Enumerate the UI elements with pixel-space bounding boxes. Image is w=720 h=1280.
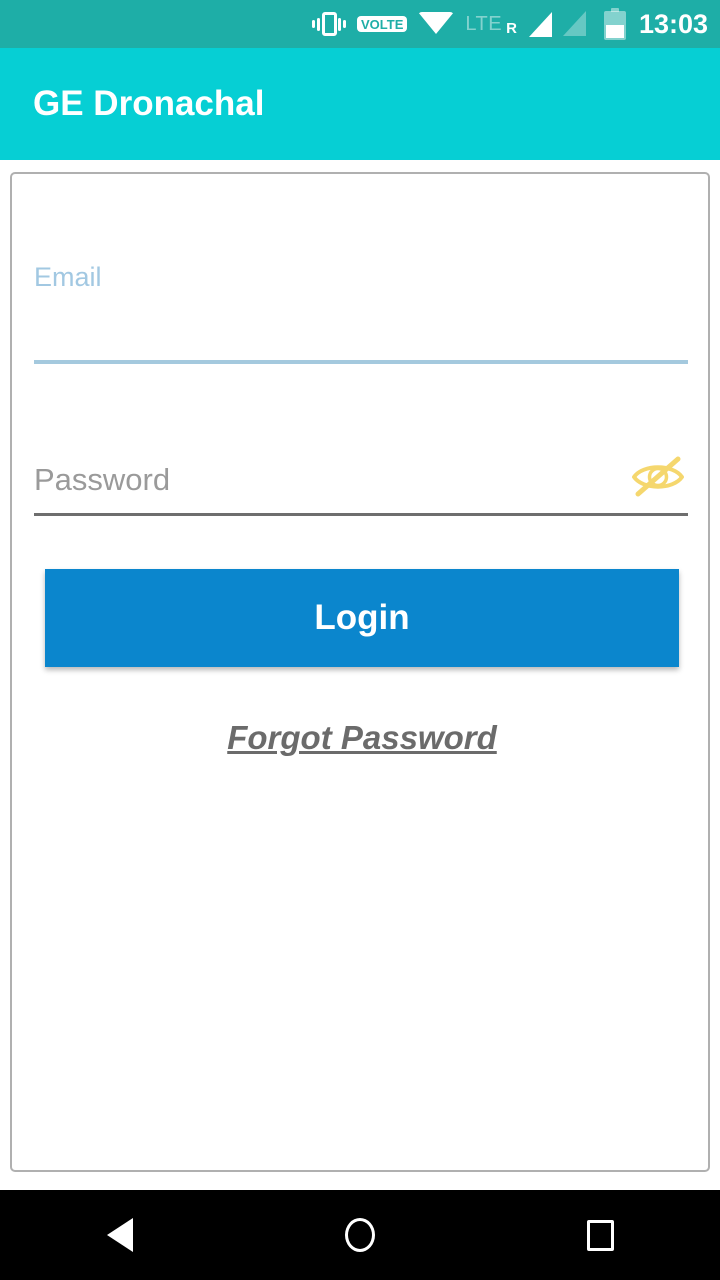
volte-badge: VOLTE — [357, 16, 408, 32]
app-title: GE Dronachal — [33, 84, 265, 123]
signal-sim1-icon — [528, 11, 552, 37]
password-field — [34, 452, 688, 516]
volte-label: VOLTE — [357, 16, 408, 32]
phone-screen: VOLTE LTE R 13:03 GE Dronachal Email Pas… — [0, 0, 720, 1280]
recents-button[interactable] — [550, 1190, 650, 1280]
lte-icon: LTE R — [465, 11, 517, 38]
lte-label: LTE — [465, 12, 503, 35]
app-bar: GE Dronachal — [0, 48, 720, 160]
status-bar: VOLTE LTE R 13:03 — [0, 0, 720, 48]
android-navigation-bar — [0, 1190, 720, 1280]
forgot-password-link[interactable]: Forgot Password — [12, 719, 712, 757]
email-field: Email — [34, 254, 688, 364]
roaming-icon: R — [506, 20, 517, 37]
login-card: Email Login Forgot Password — [10, 172, 710, 1172]
back-button[interactable] — [70, 1190, 170, 1280]
vibrate-icon — [312, 10, 347, 38]
email-underline — [34, 360, 688, 364]
battery-icon — [598, 8, 626, 40]
triangle-left-icon — [107, 1218, 133, 1252]
wifi-icon — [418, 12, 455, 34]
email-label: Email — [34, 262, 102, 292]
password-visibility-toggle[interactable] — [628, 452, 688, 504]
email-input[interactable] — [34, 298, 688, 340]
home-button[interactable] — [310, 1190, 410, 1280]
signal-sim2-icon — [562, 11, 587, 37]
password-input[interactable] — [34, 452, 624, 507]
square-icon — [586, 1219, 614, 1251]
status-bar-clock: 13:03 — [638, 8, 708, 39]
circle-icon — [345, 1218, 375, 1252]
password-underline — [34, 513, 688, 516]
login-button[interactable]: Login — [45, 569, 679, 667]
eye-slash-icon — [629, 456, 687, 504]
